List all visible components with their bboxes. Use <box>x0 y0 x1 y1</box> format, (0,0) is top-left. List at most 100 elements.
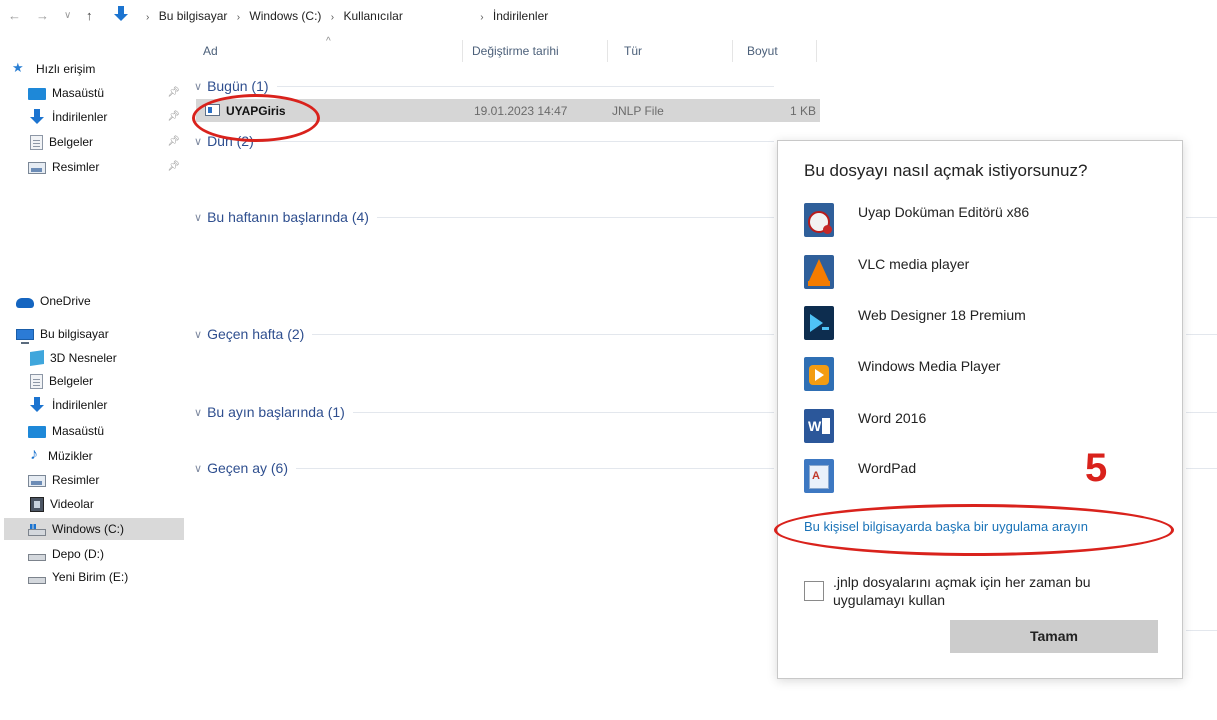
windows-drive-icon <box>28 523 46 536</box>
media-player-icon <box>804 357 834 391</box>
column-header-type[interactable]: Tür <box>624 44 642 58</box>
group-header-last-week[interactable]: ∨ Geçen hafta (2) <box>194 324 774 344</box>
sidebar-item-label: Masaüstü <box>52 86 105 100</box>
sidebar-item-label: 3D Nesneler <box>50 351 117 365</box>
group-divider <box>1186 630 1217 631</box>
sidebar-item-3d-objects[interactable]: 3D Nesneler <box>28 347 184 369</box>
sidebar-item-quick-access[interactable]: ★ Hızlı erişim <box>12 58 180 80</box>
group-header-this-week[interactable]: ∨ Bu haftanın başlarında (4) <box>194 207 774 227</box>
recent-locations-icon[interactable]: ∨ <box>64 10 71 21</box>
column-divider[interactable] <box>607 40 608 62</box>
3d-objects-icon <box>30 350 44 366</box>
group-title: Geçen hafta (2) <box>207 326 305 342</box>
desktop-icon <box>28 88 46 100</box>
column-header-size[interactable]: Boyut <box>747 44 778 58</box>
sidebar-item-downloads-pc[interactable]: İndirilenler <box>28 394 184 416</box>
dialog-title: Bu dosyayı nasıl açmak istiyorsunuz? <box>804 161 1088 180</box>
cloud-icon <box>16 297 34 308</box>
sidebar-item-pictures[interactable]: Resimler 📌︎ <box>28 156 184 178</box>
pictures-icon <box>28 475 46 487</box>
column-divider[interactable] <box>462 40 463 62</box>
downloads-location-icon <box>112 6 130 24</box>
video-icon <box>30 496 44 512</box>
sidebar-item-music[interactable]: Müzikler <box>28 445 184 467</box>
sidebar-item-pictures-pc[interactable]: Resimler <box>28 469 184 491</box>
download-icon <box>28 109 46 125</box>
breadcrumb-item[interactable]: İndirilenler <box>493 9 548 23</box>
column-divider[interactable] <box>732 40 733 62</box>
sidebar-item-label: Depo (D:) <box>52 547 105 561</box>
app-label: WordPad <box>858 460 917 476</box>
group-header-today[interactable]: ∨ Bugün (1) <box>194 76 774 96</box>
group-divider <box>1186 468 1217 469</box>
group-divider <box>376 216 774 218</box>
app-option-wordpad[interactable]: A WordPad <box>804 459 1164 499</box>
pin-icon[interactable]: 📌︎ <box>167 136 180 147</box>
column-header-name[interactable]: Ad <box>203 44 218 58</box>
app-option-web-designer[interactable]: Web Designer 18 Premium <box>804 306 1164 346</box>
sidebar-item-label: Windows (C:) <box>52 522 125 536</box>
sidebar-item-label: Masaüstü <box>52 424 105 438</box>
group-divider <box>1186 217 1217 218</box>
pin-icon[interactable]: 📌︎ <box>167 111 180 122</box>
sidebar-item-drive-d[interactable]: Depo (D:) <box>28 543 184 565</box>
sidebar-item-label: Bu bilgisayar <box>40 327 109 341</box>
sidebar-item-label: Resimler <box>52 473 100 487</box>
group-header-last-month[interactable]: ∨ Geçen ay (6) <box>194 458 774 478</box>
app-label: Word 2016 <box>858 410 927 426</box>
web-designer-icon <box>804 306 834 340</box>
back-arrow-icon[interactable]: ← <box>8 8 21 23</box>
sidebar-item-this-pc[interactable]: Bu bilgisayar <box>16 323 184 345</box>
breadcrumb: › Bu bilgisayar › Windows (C:) › Kullanı… <box>146 9 549 23</box>
chevron-down-icon: ∨ <box>194 135 203 148</box>
download-icon <box>28 397 46 413</box>
star-icon: ★ <box>12 60 24 75</box>
forward-arrow-icon[interactable]: → <box>36 8 49 23</box>
chevron-down-icon: ∨ <box>194 406 203 419</box>
sidebar-item-desktop-pc[interactable]: Masaüstü <box>28 420 184 442</box>
group-title: Bugün (1) <box>207 78 269 94</box>
sidebar-item-drive-e[interactable]: Yeni Birim (E:) <box>28 566 184 588</box>
app-option-media-player[interactable]: Windows Media Player <box>804 357 1164 397</box>
sidebar-item-downloads[interactable]: İndirilenler 📌︎ <box>28 106 184 128</box>
group-divider <box>312 333 774 335</box>
breadcrumb-item[interactable]: Kullanıcılar <box>343 9 402 23</box>
ok-button[interactable]: Tamam <box>950 620 1158 653</box>
sidebar-item-desktop[interactable]: Masaüstü 📌︎ <box>28 82 184 104</box>
sidebar-item-documents[interactable]: Belgeler 📌︎ <box>28 131 184 153</box>
group-divider <box>1186 334 1217 335</box>
group-title: Bu haftanın başlarında (4) <box>207 209 369 225</box>
sidebar-item-documents-pc[interactable]: Belgeler <box>28 370 184 392</box>
document-icon <box>30 373 43 389</box>
sidebar-item-label: Hızlı erişim <box>36 62 96 76</box>
always-use-checkbox[interactable] <box>804 581 824 601</box>
wordpad-icon: A <box>804 459 834 493</box>
annotation-highlight-link <box>774 504 1174 556</box>
step-number-annotation: 5 <box>1085 446 1108 490</box>
group-header-this-month[interactable]: ∨ Bu ayın başlarında (1) <box>194 402 774 422</box>
sidebar-item-onedrive[interactable]: OneDrive <box>16 290 184 312</box>
sidebar-item-videos[interactable]: Videolar <box>28 493 184 515</box>
breadcrumb-item[interactable]: Bu bilgisayar <box>159 9 228 23</box>
desktop-icon <box>28 426 46 438</box>
pin-icon[interactable]: 📌︎ <box>167 87 180 98</box>
group-divider <box>296 467 774 469</box>
sidebar-item-label: Belgeler <box>49 374 94 388</box>
sidebar-item-windows-c[interactable]: Windows (C:) <box>4 518 184 540</box>
file-size: 1 KB <box>790 104 817 118</box>
sidebar-item-label: İndirilenler <box>52 398 108 412</box>
file-type: JNLP File <box>612 104 664 118</box>
word-icon: W <box>804 409 834 443</box>
pin-icon[interactable]: 📌︎ <box>167 161 180 172</box>
group-title: Geçen ay (6) <box>207 460 288 476</box>
sidebar-item-label: Belgeler <box>49 135 94 149</box>
column-header-date[interactable]: Değiştirme tarihi <box>472 44 559 58</box>
drive-icon <box>28 553 46 561</box>
breadcrumb-item[interactable]: Windows (C:) <box>249 9 321 23</box>
sidebar-item-label: Yeni Birim (E:) <box>52 570 129 584</box>
app-option-uyap[interactable]: Uyap Doküman Editörü x86 <box>804 203 1164 243</box>
column-divider[interactable] <box>816 40 817 62</box>
app-option-word[interactable]: W Word 2016 <box>804 409 1164 449</box>
app-option-vlc[interactable]: VLC media player <box>804 255 1164 295</box>
up-arrow-icon[interactable]: ↑ <box>86 8 93 23</box>
